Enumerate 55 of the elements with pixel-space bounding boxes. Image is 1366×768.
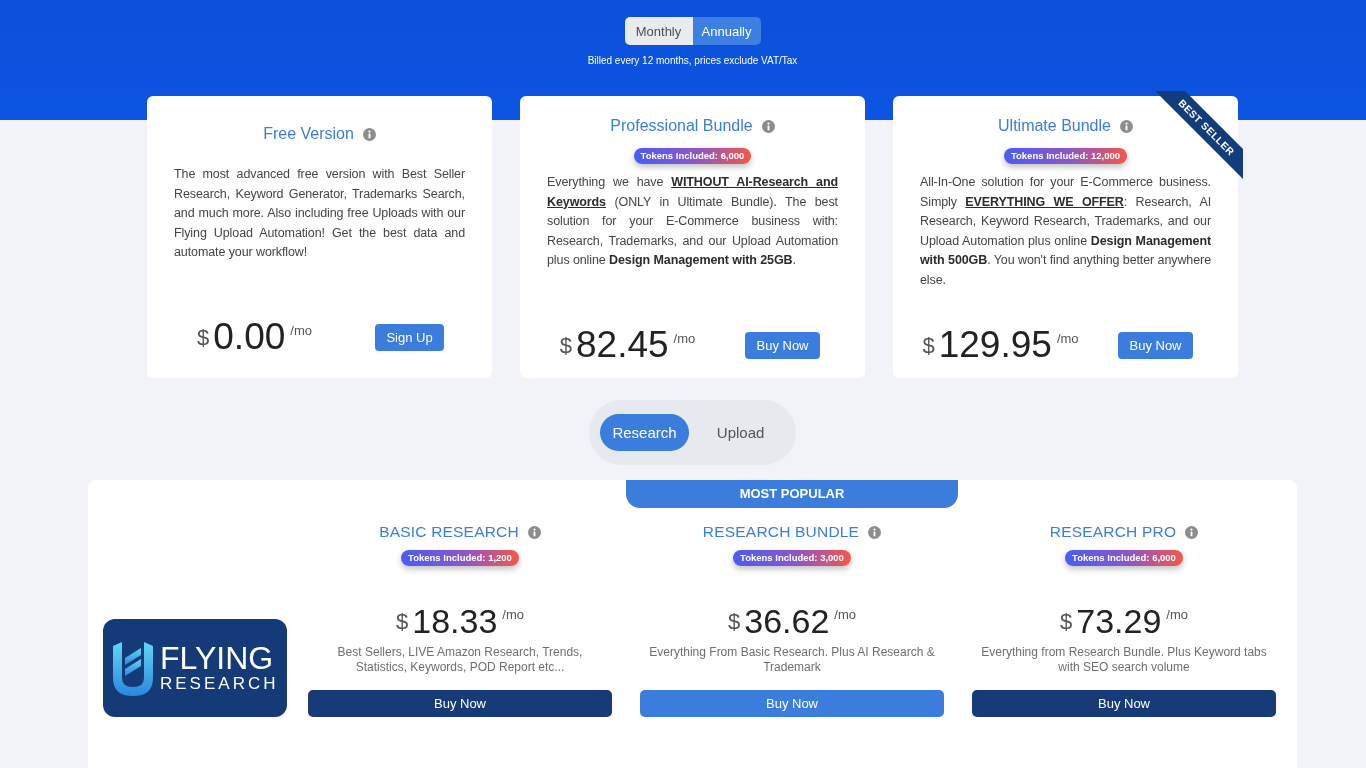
logo-subtitle: RESEARCH	[160, 674, 279, 694]
logo-wordmark: FLYING	[160, 642, 274, 674]
plan-title: Ultimate Bundle	[998, 116, 1111, 136]
price-amount: 0.00	[213, 315, 286, 359]
tokens-badge: Tokens Included: 6,000	[1065, 550, 1183, 566]
plan-description: Everything we have WITHOUT AI-Research and Keywords (ONLY in Ultimate Bundle). The best solution for your E-Commerce business with: Research, Trademarks, and our Upload Automation plus online Design Management with 25GB.	[547, 174, 838, 269]
price-period: /mo	[673, 332, 696, 345]
product-tab[interactable]: Research	[600, 414, 689, 451]
price-amount: 129.95	[938, 323, 1052, 367]
plan-title: RESEARCH PRO	[1049, 522, 1177, 542]
billing-option[interactable]: Annually	[692, 17, 761, 45]
info-icon[interactable]	[527, 525, 541, 539]
price-period: /mo	[290, 324, 312, 337]
buy-button[interactable]: Buy Now	[308, 690, 612, 717]
buy-button[interactable]: Buy Now	[972, 690, 1276, 717]
currency-symbol: $	[1060, 611, 1073, 633]
info-icon[interactable]	[868, 525, 882, 539]
billing-option[interactable]: Monthly	[624, 17, 693, 45]
tokens-badge: Tokens Included: 3,000	[733, 550, 851, 566]
plan-description: Everything from Research Bundle. Plus Keyword tabs with SEO search volume	[980, 645, 1268, 675]
price-amount: 36.62	[744, 601, 830, 642]
plan-title: BASIC RESEARCH	[379, 522, 519, 542]
plan-title: RESEARCH BUNDLE	[702, 522, 860, 542]
price-amount: 82.45	[576, 323, 669, 367]
info-icon[interactable]	[761, 119, 775, 133]
action-button[interactable]: Sign Up	[375, 323, 444, 351]
buy-button[interactable]: Buy Now	[640, 690, 944, 717]
plan-description: Everything From Basic Research. Plus AI Research & Trademark	[648, 645, 936, 675]
product-tab[interactable]: Upload	[696, 414, 785, 451]
action-button[interactable]: Buy Now	[745, 331, 820, 359]
price-period: /mo	[1166, 608, 1188, 621]
billing-note: Billed every 12 months, prices exclude VAT/Tax	[587, 54, 798, 68]
price-period: /mo	[834, 608, 856, 621]
tokens-badge: Tokens Included: 1,200	[401, 550, 519, 566]
info-icon[interactable]	[1119, 119, 1133, 133]
currency-symbol: $	[396, 611, 409, 633]
currency-symbol: $	[197, 327, 210, 349]
tokens-badge: Tokens Included: 12,000	[1003, 148, 1128, 164]
logo-mark-icon	[113, 640, 153, 696]
price-period: /mo	[502, 608, 524, 621]
price-amount: 73.29	[1076, 601, 1162, 642]
popular-banner: MOST POPULAR	[626, 480, 958, 508]
price-amount: 18.33	[412, 601, 498, 642]
currency-symbol: $	[728, 611, 741, 633]
info-icon[interactable]	[362, 127, 376, 141]
price-period: /mo	[1056, 332, 1079, 345]
plan-title: Free Version	[263, 124, 354, 144]
tokens-badge: Tokens Included: 6,000	[633, 148, 752, 164]
plan-description: The most advanced free version with Best Seller Research, Keyword Generator, Trademarks Search, and much more. Also including free Uploads with our Flying Upload Automation! Get the best data and automate your workflow!	[174, 166, 465, 261]
currency-symbol: $	[559, 335, 572, 357]
plan-title: Professional Bundle	[610, 116, 753, 136]
action-button[interactable]: Buy Now	[1118, 331, 1193, 359]
currency-symbol: $	[922, 335, 935, 357]
info-icon[interactable]	[1185, 525, 1199, 539]
plan-description: Best Sellers, LIVE Amazon Research, Trends, Statistics, Keywords, POD Report etc...	[336, 645, 584, 675]
